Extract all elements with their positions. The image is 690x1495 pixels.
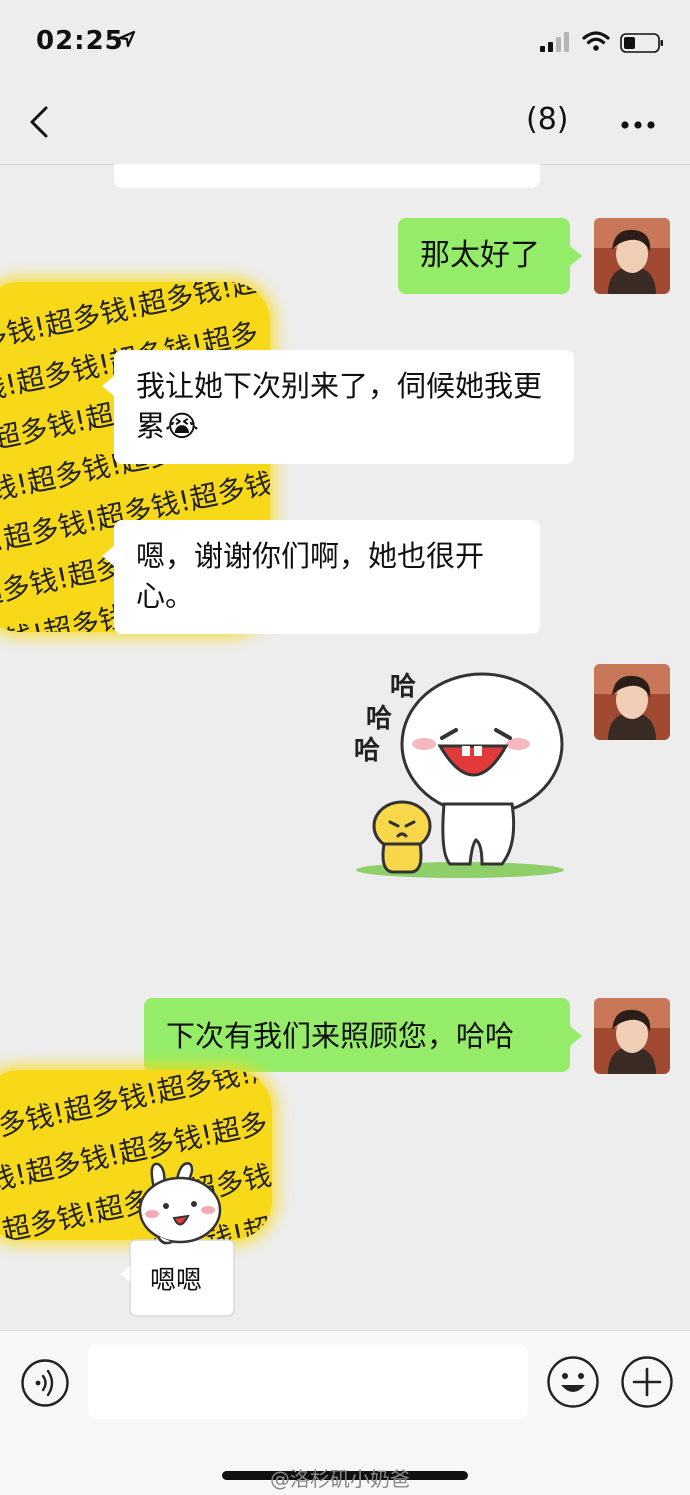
status-bar: 02:25 xyxy=(0,0,690,80)
emoji-button[interactable] xyxy=(546,1355,600,1413)
sticker-text: 哈 xyxy=(390,672,417,702)
my-avatar[interactable] xyxy=(594,664,670,740)
wifi-icon xyxy=(582,30,610,56)
message-text: 嗯，谢谢你们啊，她也很开心。 xyxy=(136,539,485,613)
add-more-button[interactable] xyxy=(620,1355,674,1413)
status-time: 02:25 xyxy=(36,26,124,56)
more-options-button[interactable] xyxy=(620,116,656,135)
back-button[interactable] xyxy=(22,102,58,146)
message-text: 下次有我们来照顾您，哈哈 xyxy=(166,1019,515,1053)
haha-sticker[interactable]: 哈 哈 哈 xyxy=(350,664,570,886)
member-count: (8) xyxy=(526,102,569,137)
battery-icon xyxy=(620,33,664,57)
message-bubble[interactable]: 下次有我们来照顾您，哈哈 xyxy=(144,998,570,1072)
bunny-sticker[interactable]: 嗯嗯 xyxy=(118,1160,238,1320)
message-bubble-partial xyxy=(114,164,540,188)
bubble-tail xyxy=(102,546,114,566)
my-avatar[interactable] xyxy=(594,218,670,294)
message-text: 那太好了 xyxy=(420,238,540,273)
input-bar: @洛杉矶小奶爸 xyxy=(0,1330,690,1495)
message-text: 我让她下次别来了，伺候她我更累😭 xyxy=(136,369,543,443)
watermark: @洛杉矶小奶爸 xyxy=(270,1467,410,1491)
message-bubble[interactable]: 那太好了 xyxy=(398,218,570,294)
my-avatar[interactable] xyxy=(594,998,670,1074)
bubble-tail xyxy=(102,376,114,396)
sticker-text: 嗯嗯 xyxy=(150,1266,203,1296)
message-input[interactable] xyxy=(88,1345,528,1419)
bubble-tail xyxy=(570,1026,582,1046)
voice-input-button[interactable] xyxy=(20,1358,70,1412)
sticker-text: 哈 xyxy=(354,736,381,766)
message-bubble[interactable]: 我让她下次别来了，伺候她我更累😭 xyxy=(114,350,574,464)
location-arrow-icon xyxy=(118,30,136,52)
chat-header: (8) xyxy=(0,80,690,165)
message-bubble[interactable]: 嗯，谢谢你们啊，她也很开心。 xyxy=(114,520,540,634)
bubble-tail xyxy=(570,246,582,266)
signal-icon xyxy=(540,32,574,56)
message-list[interactable]: 那太好了 钱!超多钱!超多钱!超多钱!超多 钱!超多钱!超多钱!超多钱!超多 钱… xyxy=(0,164,690,1330)
